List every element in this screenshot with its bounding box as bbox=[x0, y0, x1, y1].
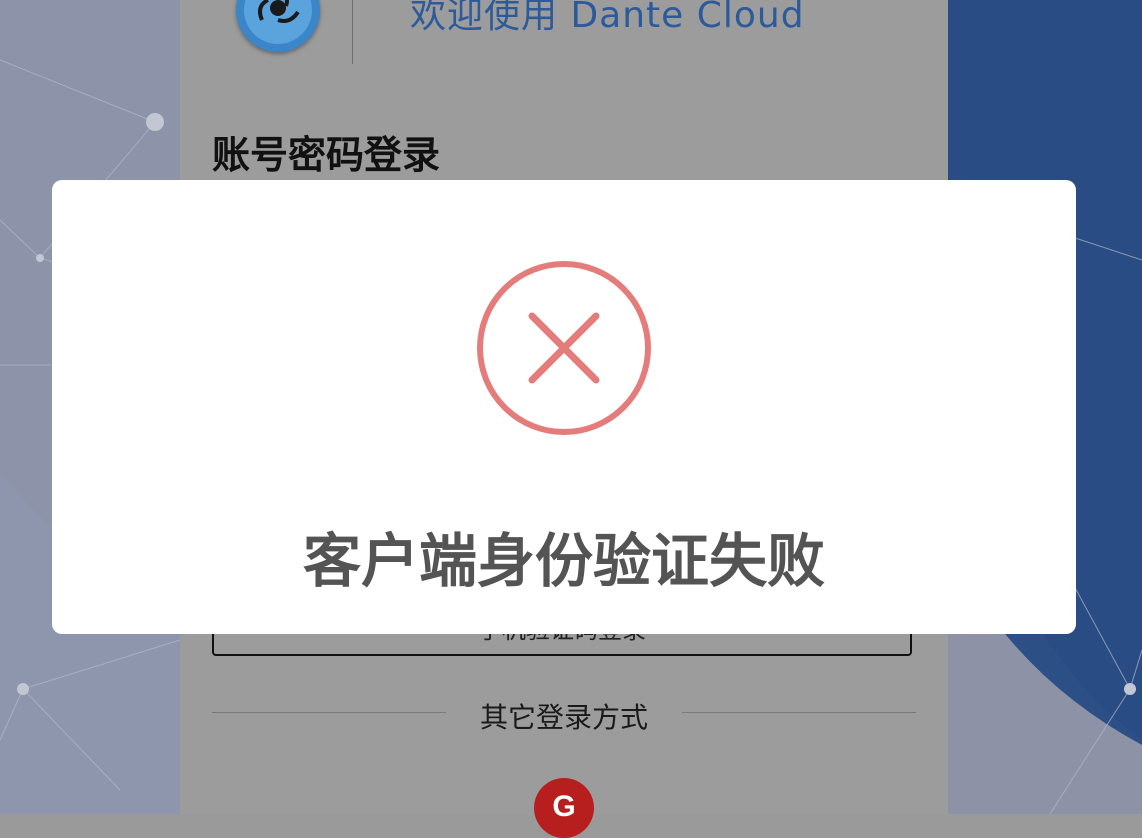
error-x-circle-icon bbox=[477, 261, 651, 435]
error-dialog: 客户端身份验证失败 bbox=[52, 180, 1076, 634]
error-dialog-title: 客户端身份验证失败 bbox=[302, 527, 825, 595]
